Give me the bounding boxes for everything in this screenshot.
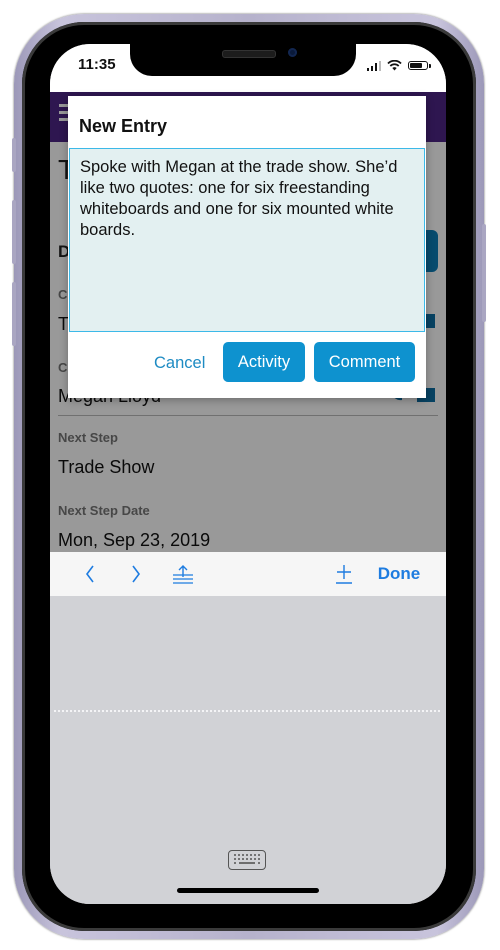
battery-icon bbox=[408, 61, 431, 70]
activity-button[interactable]: Activity bbox=[223, 342, 305, 382]
notch bbox=[130, 40, 356, 76]
wifi-icon bbox=[387, 60, 402, 71]
add-button[interactable] bbox=[332, 552, 356, 596]
silent-switch bbox=[12, 138, 16, 172]
chevron-right-icon bbox=[132, 565, 140, 583]
upload-icon bbox=[173, 565, 193, 584]
keyboard-icon[interactable] bbox=[228, 850, 266, 870]
volume-up-button bbox=[12, 200, 16, 264]
front-camera bbox=[288, 48, 297, 57]
volume-down-button bbox=[12, 282, 16, 346]
done-button[interactable]: Done bbox=[372, 552, 426, 596]
dialog-title: New Entry bbox=[79, 116, 168, 136]
screen: 11:35 T D C T C Megan Lloyd Next Step Tr… bbox=[50, 44, 446, 904]
entry-text-area[interactable]: Spoke with Megan at the trade show. She’… bbox=[69, 148, 425, 332]
next-field-button[interactable] bbox=[124, 552, 148, 596]
cancel-button[interactable]: Cancel bbox=[148, 342, 205, 382]
status-time: 11:35 bbox=[78, 56, 116, 73]
home-indicator[interactable] bbox=[177, 888, 319, 893]
chevron-left-icon bbox=[86, 565, 94, 583]
previous-field-button[interactable] bbox=[78, 552, 102, 596]
new-entry-dialog: New Entry Spoke with Megan at the trade … bbox=[68, 96, 426, 398]
keyboard-accessory-toolbar: Done bbox=[50, 552, 446, 596]
dialog-actions: Cancel Activity Comment bbox=[68, 342, 426, 384]
dotted-separator bbox=[54, 710, 440, 712]
keyboard-area bbox=[50, 596, 446, 904]
status-icons bbox=[366, 60, 431, 71]
power-button bbox=[482, 224, 486, 322]
cellular-signal-icon bbox=[366, 60, 381, 71]
plus-icon bbox=[336, 565, 352, 584]
upload-button[interactable] bbox=[170, 552, 196, 596]
comment-button[interactable]: Comment bbox=[314, 342, 415, 382]
speaker bbox=[222, 50, 276, 58]
